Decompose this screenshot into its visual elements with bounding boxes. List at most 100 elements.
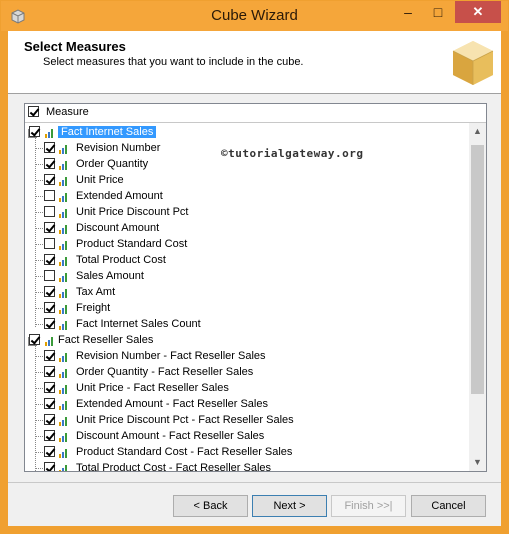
group-checkbox[interactable]	[29, 126, 40, 137]
tree-item-row[interactable]: Freight	[25, 301, 455, 317]
measure-icon	[59, 384, 69, 394]
tree-connector	[35, 308, 43, 309]
measure-checkbox[interactable]	[44, 270, 55, 281]
tree-connector	[35, 324, 43, 325]
tree-item-row[interactable]: Total Product Cost	[25, 253, 455, 269]
tree-connector	[35, 420, 43, 421]
measure-checkbox[interactable]	[44, 318, 55, 329]
measure-checkbox[interactable]	[44, 206, 55, 217]
measure-checkbox[interactable]	[44, 350, 55, 361]
close-button[interactable]: ✕	[455, 1, 501, 23]
measure-checkbox[interactable]	[44, 462, 55, 471]
measure-checkbox[interactable]	[44, 398, 55, 409]
measure-icon	[59, 320, 69, 330]
vertical-scrollbar[interactable]: ▲ ▼	[469, 123, 486, 471]
tree-group-row[interactable]: Fact Reseller Sales	[25, 333, 455, 349]
tree-connector	[35, 148, 43, 149]
measure-checkbox[interactable]	[44, 190, 55, 201]
scroll-thumb[interactable]	[471, 145, 484, 394]
tree-root-row[interactable]: Measure	[25, 104, 486, 120]
measure-icon	[59, 208, 69, 218]
group-checkbox[interactable]	[29, 334, 40, 345]
measure-icon	[59, 288, 69, 298]
tree-item-row[interactable]: Unit Price - Fact Reseller Sales	[25, 381, 455, 397]
measure-checkbox[interactable]	[44, 174, 55, 185]
tree-item-row[interactable]: Discount Amount - Fact Reseller Sales	[25, 429, 455, 445]
group-label: Fact Reseller Sales	[58, 334, 154, 346]
measure-label: Order Quantity - Fact Reseller Sales	[76, 366, 254, 378]
measure-checkbox[interactable]	[44, 302, 55, 313]
tree-item-row[interactable]: Tax Amt	[25, 285, 455, 301]
measure-label: Unit Price Discount Pct - Fact Reseller …	[76, 414, 294, 426]
measure-checkbox[interactable]	[44, 238, 55, 249]
measure-label: Total Product Cost - Fact Reseller Sales	[76, 462, 272, 472]
tree-connector	[35, 452, 43, 453]
minimize-button[interactable]: –	[393, 1, 423, 25]
maximize-button[interactable]: □	[423, 1, 453, 25]
measure-label: Unit Price - Fact Reseller Sales	[76, 382, 229, 394]
measure-checkbox[interactable]	[44, 222, 55, 233]
measure-label: Tax Amt	[76, 286, 116, 298]
tree-item-row[interactable]: Unit Price Discount Pct	[25, 205, 455, 221]
measure-icon	[59, 416, 69, 426]
measure-checkbox[interactable]	[44, 286, 55, 297]
measure-label: Unit Price	[76, 174, 124, 186]
back-button[interactable]: < Back	[173, 495, 248, 517]
measure-label: Unit Price Discount Pct	[76, 206, 189, 218]
tree-connector	[35, 404, 43, 405]
tree-connector	[35, 388, 43, 389]
root-label: Measure	[46, 106, 89, 118]
tree-item-row[interactable]: Extended Amount	[25, 189, 455, 205]
tree-item-row[interactable]: Discount Amount	[25, 221, 455, 237]
scroll-down-icon[interactable]: ▼	[469, 454, 486, 471]
tree-list: Fact Internet Sales Revision Number Order …	[25, 122, 486, 472]
measure-label: Revision Number	[76, 142, 161, 154]
measure-label: Order Quantity	[76, 158, 149, 170]
measure-checkbox[interactable]	[44, 430, 55, 441]
measure-icon	[59, 448, 69, 458]
measure-label: Extended Amount	[76, 190, 163, 202]
wizard-header: Select Measures Select measures that you…	[8, 31, 501, 94]
tree-item-row[interactable]: Revision Number - Fact Reseller Sales	[25, 349, 455, 365]
measure-icon	[59, 400, 69, 410]
cancel-button[interactable]: Cancel	[411, 495, 486, 517]
tree-vertical-connector	[35, 137, 36, 327]
measure-checkbox[interactable]	[44, 158, 55, 169]
tree-item-row[interactable]: Fact Internet Sales Count	[25, 317, 455, 333]
page-subtitle: Select measures that you want to include…	[43, 56, 304, 68]
measure-icon	[59, 352, 69, 362]
tree-item-row[interactable]: Order Quantity - Fact Reseller Sales	[25, 365, 455, 381]
measure-label: Fact Internet Sales Count	[76, 318, 201, 330]
scroll-up-icon[interactable]: ▲	[469, 123, 486, 140]
measure-checkbox[interactable]	[44, 142, 55, 153]
title-bar[interactable]: Cube Wizard – □ ✕	[1, 1, 508, 31]
tree-item-row[interactable]: Total Product Cost - Fact Reseller Sales	[25, 461, 455, 472]
root-checkbox[interactable]	[28, 106, 39, 117]
tree-connector	[35, 276, 43, 277]
measure-label: Product Standard Cost - Fact Reseller Sa…	[76, 446, 293, 458]
measure-checkbox[interactable]	[44, 382, 55, 393]
tree-connector	[35, 196, 43, 197]
measure-label: Discount Amount	[76, 222, 160, 234]
tree-group-row[interactable]: Fact Internet Sales	[25, 125, 455, 141]
tree-item-row[interactable]: Unit Price Discount Pct - Fact Reseller …	[25, 413, 455, 429]
tree-item-row[interactable]: Product Standard Cost - Fact Reseller Sa…	[25, 445, 455, 461]
measure-label: Discount Amount - Fact Reseller Sales	[76, 430, 265, 442]
measure-icon	[59, 224, 69, 234]
tree-connector	[35, 180, 43, 181]
measure-icon	[59, 464, 69, 471]
cube-icon	[452, 41, 494, 85]
tree-item-row[interactable]: Product Standard Cost	[25, 237, 455, 253]
tree-item-row[interactable]: Unit Price	[25, 173, 455, 189]
measure-checkbox[interactable]	[44, 446, 55, 457]
next-button[interactable]: Next >	[252, 495, 327, 517]
finish-button[interactable]: Finish >>|	[331, 495, 406, 517]
tree-connector	[35, 356, 43, 357]
tree-item-row[interactable]: Sales Amount	[25, 269, 455, 285]
measure-checkbox[interactable]	[44, 254, 55, 265]
measure-checkbox[interactable]	[44, 366, 55, 377]
measure-checkbox[interactable]	[44, 414, 55, 425]
measure-icon	[59, 304, 69, 314]
tree-connector	[35, 292, 43, 293]
tree-item-row[interactable]: Extended Amount - Fact Reseller Sales	[25, 397, 455, 413]
